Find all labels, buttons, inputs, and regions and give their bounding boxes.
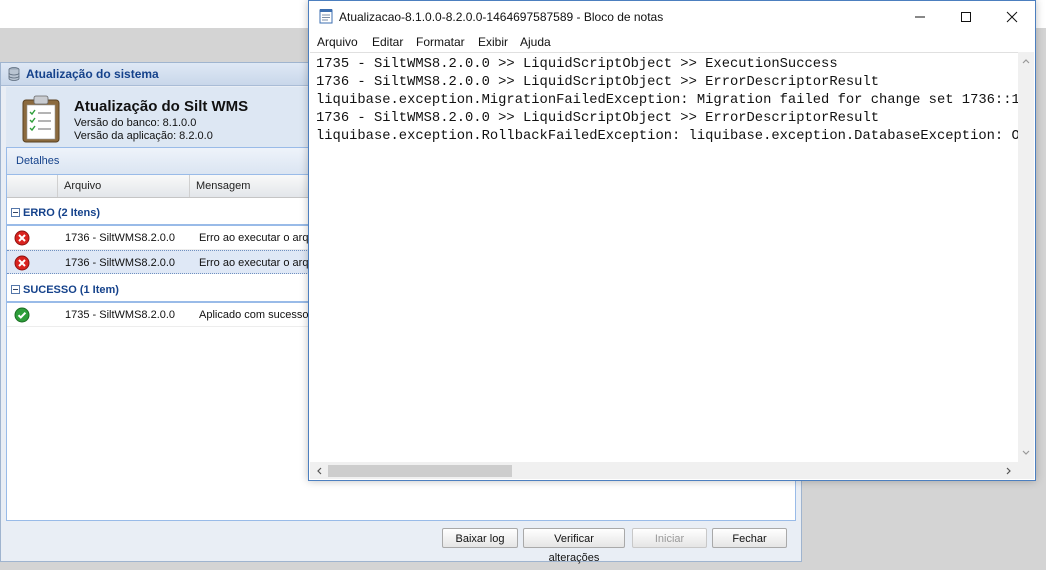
group-erro-label: ERRO (2 Itens) (23, 207, 101, 219)
menu-arquivo[interactable]: Arquivo (317, 35, 358, 49)
error-icon (14, 255, 30, 271)
baixar-log-button[interactable]: Baixar log (442, 528, 518, 548)
scroll-right-icon[interactable] (1006, 467, 1012, 475)
cell-mensagem: Erro ao executar o arq (199, 257, 309, 269)
cell-arquivo: 1736 - SiltWMS8.2.0.0 (65, 232, 176, 244)
horizontal-scrollbar[interactable] (310, 462, 1019, 479)
column-mensagem-label: Mensagem (196, 180, 251, 192)
fechar-button[interactable]: Fechar (712, 528, 787, 548)
cell-mensagem: Aplicado com sucesso (199, 309, 309, 321)
minimize-icon (915, 16, 925, 18)
scroll-up-icon[interactable] (1022, 58, 1030, 64)
column-arquivo-label: Arquivo (64, 180, 102, 192)
notepad-titlebar[interactable]: Atualizacao-8.1.0.0-8.2.0.0-146469758758… (309, 1, 1035, 32)
notepad-text-area[interactable]: 1735 - SiltWMS8.2.0.0 >> LiquidScriptObj… (310, 52, 1019, 462)
maximize-button[interactable] (943, 1, 989, 32)
text-line: 1735 - SiltWMS8.2.0.0 >> LiquidScriptObj… (316, 57, 838, 72)
scroll-thumb[interactable] (328, 465, 512, 477)
close-button[interactable] (989, 1, 1035, 32)
scrollbar-corner (1018, 462, 1034, 479)
text-line: liquibase.exception.MigrationFailedExcep… (316, 93, 1019, 108)
notepad-title: Atualizacao-8.1.0.0-8.2.0.0-146469758758… (339, 10, 664, 24)
minimize-button[interactable] (897, 1, 943, 32)
text-line: 1736 - SiltWMS8.2.0.0 >> LiquidScriptObj… (316, 111, 880, 126)
panel-title: Atualização do sistema (26, 67, 159, 81)
column-arquivo[interactable]: Arquivo (58, 175, 190, 197)
menu-formatar[interactable]: Formatar (416, 35, 465, 49)
notepad-menubar: Arquivo Editar Formatar Exibir Ajuda (309, 32, 1035, 52)
clipboard-checklist-icon (22, 95, 60, 143)
app-version: Versão da aplicação: 8.2.0.0 (74, 130, 213, 142)
column-status[interactable] (7, 175, 58, 197)
menu-ajuda[interactable]: Ajuda (520, 35, 551, 49)
database-icon (8, 67, 20, 81)
cell-arquivo: 1735 - SiltWMS8.2.0.0 (65, 309, 176, 321)
scroll-left-icon[interactable] (316, 467, 322, 475)
maximize-icon (961, 12, 971, 22)
notepad-icon (319, 9, 333, 24)
iniciar-button[interactable]: Iniciar (632, 528, 707, 548)
error-icon (14, 230, 30, 246)
db-version: Versão do banco: 8.1.0.0 (74, 117, 197, 129)
notepad-window: Atualizacao-8.1.0.0-8.2.0.0-146469758758… (308, 0, 1036, 481)
header-title: Atualização do Silt WMS (74, 98, 249, 115)
scroll-down-icon[interactable] (1022, 450, 1030, 456)
text-line: liquibase.exception.RollbackFailedExcept… (316, 129, 1019, 144)
close-icon (1006, 11, 1018, 23)
collapse-icon[interactable] (11, 208, 20, 217)
verificar-alteracoes-button[interactable]: Verificar alterações (523, 528, 625, 564)
cell-mensagem: Erro ao executar o arq (199, 232, 309, 244)
cell-arquivo: 1736 - SiltWMS8.2.0.0 (65, 257, 176, 269)
text-line: 1736 - SiltWMS8.2.0.0 >> LiquidScriptObj… (316, 75, 880, 90)
collapse-icon[interactable] (11, 285, 20, 294)
success-check-icon (14, 307, 30, 323)
menu-editar[interactable]: Editar (372, 35, 403, 49)
details-label: Detalhes (16, 155, 60, 167)
menu-exibir[interactable]: Exibir (478, 35, 508, 49)
group-sucesso-label: SUCESSO (1 Item) (23, 284, 119, 296)
vertical-scrollbar[interactable] (1018, 52, 1034, 462)
